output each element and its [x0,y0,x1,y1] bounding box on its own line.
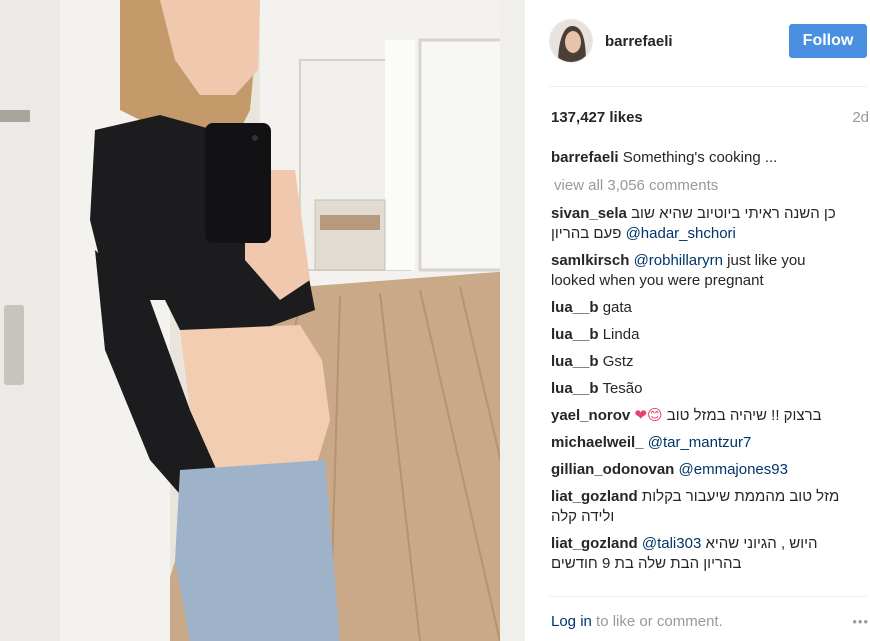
list-item: samlkirsch @robhillaryrn just like you l… [551,251,851,291]
more-options-icon[interactable]: ••• [852,614,869,629]
comment-username[interactable]: michaelweil_ [551,434,644,451]
login-link[interactable]: Log in [551,613,592,630]
caption-text: Something's cooking ... [622,149,778,166]
comment-mention[interactable]: @hadar_shchori [626,225,736,242]
header-divider [549,86,867,87]
username-link[interactable]: barrefaeli [605,33,673,50]
caption: barrefaeli Something's cooking ... [551,148,851,168]
likes-row: 137,427 likes 2d [551,107,869,127]
login-prompt: Log in to like or comment. [551,613,723,630]
list-item: michaelweil_ @tar_mantzur7 [551,433,851,453]
comment-mention[interactable]: @emmajones93 [679,461,788,478]
avatar[interactable] [549,19,593,63]
list-item: lua__b Tesão [551,379,851,399]
list-item: lua__b Gstz [551,352,851,372]
list-item: lua__b Linda [551,325,851,345]
comment-text: Linda [602,326,640,343]
list-item: sivan_sela כן השנה ראיתי ביוטיוב שהיא שו… [551,204,851,244]
list-item: liat_gozland מזל טוב מהממת שיעבור בקלות … [551,487,851,527]
heart-emoji-icon: ❤😊 [634,407,663,424]
comment-text: gata [602,299,632,316]
likes-count[interactable]: 137,427 likes [551,109,643,126]
list-item: liat_gozland @tali303 היוש , הגיוני שהיא… [551,534,851,574]
caption-username[interactable]: barrefaeli [551,149,619,166]
comment-text: Tesão [602,380,643,397]
comment-text: Gstz [602,353,634,370]
comment-mention[interactable]: @tali303 [642,535,701,552]
view-all-comments-link[interactable]: view all 3,056 comments [554,176,851,196]
comment-username[interactable]: samlkirsch [551,252,629,269]
comments-list: barrefaeli Something's cooking ... view … [551,148,851,581]
list-item: yael_norov ❤😊 ברצוק !! שיהיה במזל טוב [551,406,851,426]
comment-text: ברצוק !! שיהיה במזל טוב [666,407,822,424]
post-photo-illustration [0,0,524,641]
comment-username[interactable]: lua__b [551,380,599,397]
comment-username[interactable]: liat_gozland [551,488,638,505]
comment-username[interactable]: liat_gozland [551,535,638,552]
post-header: barrefaeli Follow [549,18,869,64]
comment-username[interactable]: lua__b [551,353,599,370]
comment-username[interactable]: lua__b [551,299,599,316]
list-item: gillian_odonovan @emmajones93 [551,460,851,480]
comment-username[interactable]: gillian_odonovan [551,461,674,478]
post-sidebar: barrefaeli Follow 137,427 likes 2d barre… [524,0,870,641]
comment-username[interactable]: sivan_sela [551,205,627,222]
follow-button[interactable]: Follow [789,24,867,58]
avatar-image [550,20,592,62]
post-footer: Log in to like or comment. ••• [551,611,869,631]
login-prompt-text: to like or comment. [596,612,723,630]
list-item: lua__b gata [551,298,851,318]
post-photo [0,0,524,641]
comment-username[interactable]: lua__b [551,326,599,343]
post-age[interactable]: 2d [852,109,869,126]
comment-mention[interactable]: @tar_mantzur7 [648,434,752,451]
footer-divider [549,596,867,597]
comment-mention[interactable]: @robhillaryrn [634,252,723,269]
comment-username[interactable]: yael_norov [551,407,630,424]
